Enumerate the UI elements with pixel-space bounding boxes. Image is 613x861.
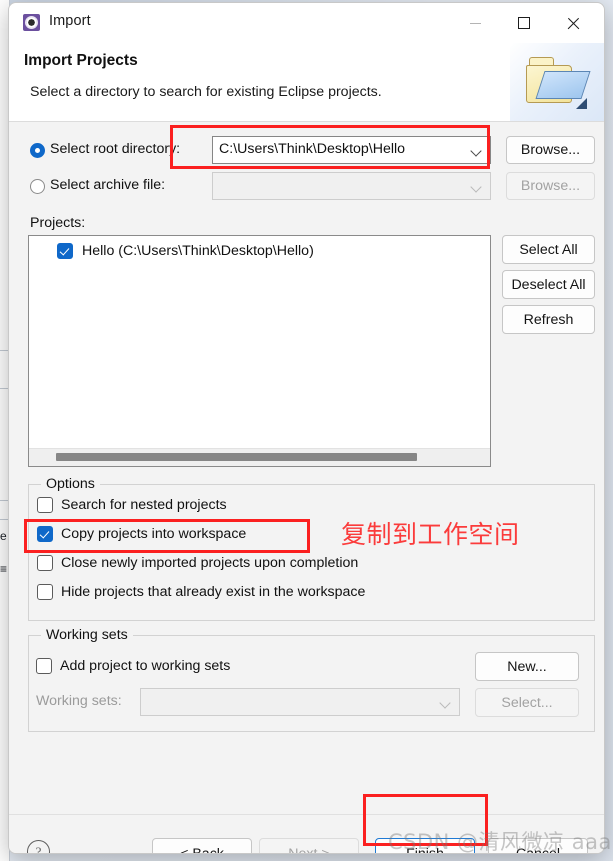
select-all-button[interactable]: Select All: [502, 235, 595, 264]
browse-archive-file-button[interactable]: Browse...: [506, 172, 595, 200]
folder-corner-shape: [576, 98, 587, 109]
chevron-down-icon: [472, 183, 481, 192]
back-button[interactable]: < Back: [152, 838, 252, 853]
option-close-newly-imported[interactable]: Close newly imported projects upon compl…: [37, 555, 358, 571]
archive-file-combo[interactable]: [212, 172, 491, 200]
option-label: Add project to working sets: [60, 658, 231, 674]
options-group-title: Options: [41, 476, 100, 492]
title-bar: Import: [9, 3, 604, 43]
import-folder-icon: [524, 57, 591, 109]
option-add-project-to-working-sets[interactable]: Add project to working sets: [36, 658, 230, 674]
checkbox-copy-projects-into-workspace[interactable]: [37, 526, 53, 542]
close-button[interactable]: [550, 3, 596, 43]
import-dialog: Import Import Projects Select a director…: [8, 2, 605, 854]
window-title: Import: [49, 13, 91, 29]
working-sets-group: Working sets: [28, 627, 595, 732]
browse-root-directory-button[interactable]: Browse...: [506, 136, 595, 164]
background-divider: [0, 350, 8, 351]
checkbox-close-newly-imported[interactable]: [37, 555, 53, 571]
projects-list[interactable]: Hello (C:\Users\Think\Desktop\Hello): [28, 235, 491, 467]
checkbox-search-nested-projects[interactable]: [37, 497, 53, 513]
close-icon: [567, 17, 580, 30]
option-hide-existing-projects[interactable]: Hide projects that already exist in the …: [37, 584, 365, 600]
minimize-icon: [469, 22, 481, 24]
folder-sheet-shape: [535, 71, 591, 99]
checkbox-hide-existing-projects[interactable]: [37, 584, 53, 600]
header-banner: [510, 43, 604, 121]
working-sets-combo[interactable]: [140, 688, 460, 716]
radio-select-archive-file[interactable]: [30, 179, 45, 194]
scrollbar-thumb[interactable]: [56, 453, 417, 461]
working-sets-list-label: Working sets:: [36, 693, 122, 709]
checkbox-add-project-to-working-sets[interactable]: [36, 658, 52, 674]
page-description: Select a directory to search for existin…: [30, 84, 382, 100]
option-label: Close newly imported projects upon compl…: [61, 555, 359, 571]
option-search-nested-projects[interactable]: Search for nested projects: [37, 497, 227, 513]
option-label: Hide projects that already exist in the …: [61, 584, 366, 600]
background-divider: [0, 500, 8, 501]
select-working-set-button[interactable]: Select...: [475, 688, 579, 717]
list-item[interactable]: Hello (C:\Users\Think\Desktop\Hello): [57, 243, 314, 259]
project-label: Hello (C:\Users\Think\Desktop\Hello): [82, 243, 314, 259]
next-button[interactable]: Next >: [259, 838, 359, 853]
new-working-set-button[interactable]: New...: [475, 652, 579, 681]
background-text-fragment: e: [0, 529, 7, 543]
page-title: Import Projects: [24, 52, 138, 69]
root-directory-value: C:\Users\Think\Desktop\Hello: [219, 141, 406, 157]
root-directory-combo[interactable]: C:\Users\Think\Desktop\Hello: [212, 136, 491, 164]
chevron-down-icon: [472, 147, 481, 156]
radio-select-root-directory[interactable]: [30, 143, 45, 158]
eclipse-import-icon: [23, 14, 40, 31]
chevron-down-icon: [441, 699, 450, 708]
help-icon[interactable]: ?: [27, 840, 50, 853]
option-label: Search for nested projects: [61, 497, 227, 513]
maximize-button[interactable]: [501, 3, 547, 43]
label-select-root-directory: Select root directory:: [50, 141, 181, 157]
minimize-button[interactable]: [452, 3, 498, 43]
projects-label: Projects:: [30, 215, 86, 231]
option-copy-projects-into-workspace[interactable]: Copy projects into workspace: [37, 526, 246, 542]
background-divider: [0, 519, 8, 520]
horizontal-scrollbar[interactable]: [29, 448, 490, 466]
maximize-icon: [518, 17, 530, 29]
watermark: CSDN @清风微凉 aaa: [388, 830, 612, 854]
deselect-all-button[interactable]: Deselect All: [502, 270, 595, 299]
annotation-text-copy-to-workspace: 复制到工作空间: [341, 520, 520, 549]
dialog-header: Import Projects Select a directory to se…: [9, 43, 604, 122]
dialog-body: Select root directory: C:\Users\Think\De…: [9, 122, 604, 814]
option-label: Copy projects into workspace: [61, 526, 247, 542]
working-sets-group-title: Working sets: [41, 627, 133, 643]
project-checkbox[interactable]: [57, 243, 73, 259]
background-divider: [0, 388, 8, 389]
label-select-archive-file: Select archive file:: [50, 177, 166, 193]
refresh-button[interactable]: Refresh: [502, 305, 595, 334]
